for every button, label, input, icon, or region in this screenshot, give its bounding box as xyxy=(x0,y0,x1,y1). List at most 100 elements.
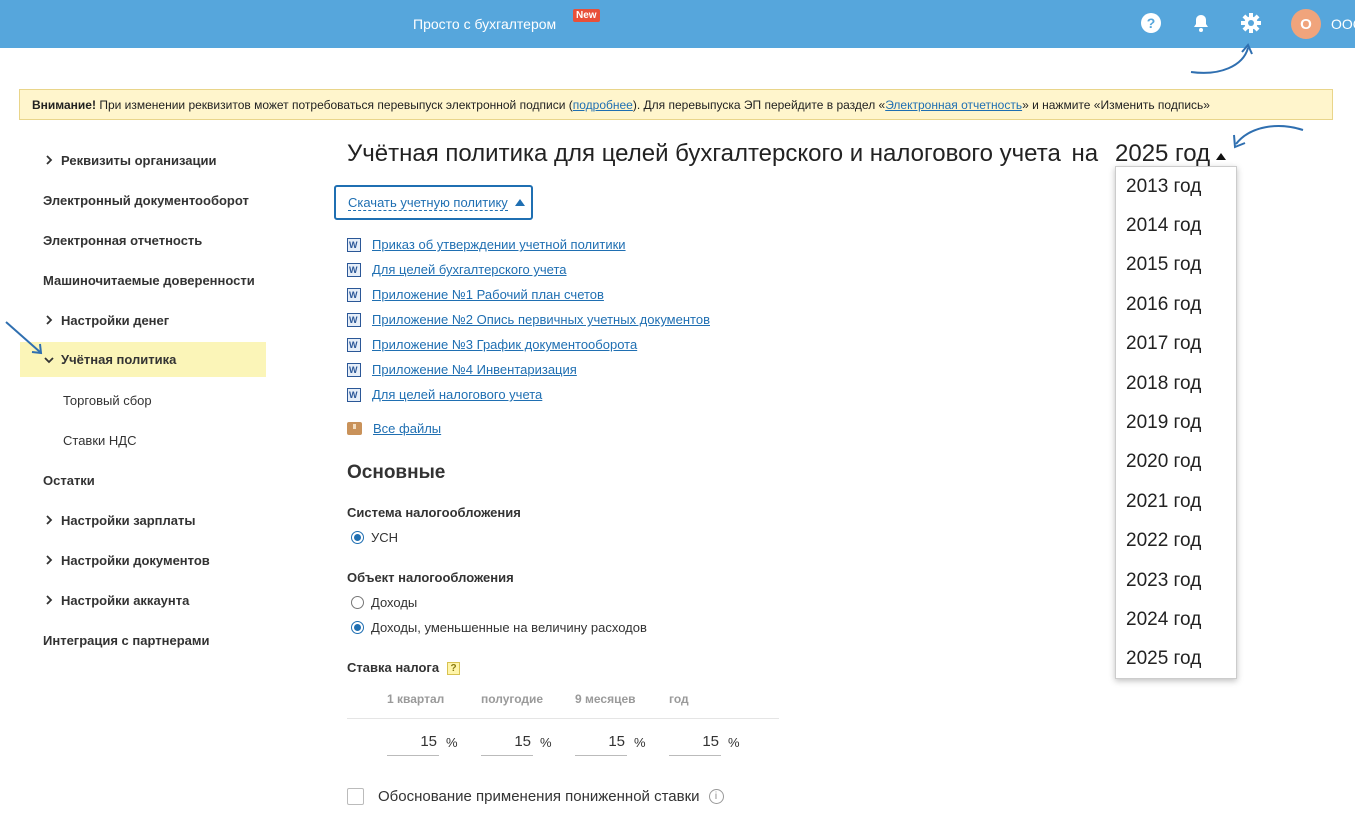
details-link[interactable]: подробнее xyxy=(573,98,633,112)
sidebar-item-salary-settings[interactable]: Настройки зарплаты xyxy=(20,500,266,540)
sidebar-item-money-settings[interactable]: Настройки денег xyxy=(20,300,266,340)
year-option[interactable]: 2016 год xyxy=(1116,285,1236,324)
reduced-rate-checkbox[interactable] xyxy=(347,788,364,805)
year-option[interactable]: 2015 год xyxy=(1116,246,1236,285)
document-link[interactable]: Приказ об утверждении учетной политики xyxy=(372,237,626,252)
year-option[interactable]: 2025 год xyxy=(1116,640,1236,679)
brand-title[interactable]: Просто с бухгалтером xyxy=(413,16,556,32)
sidebar-item-edo[interactable]: Электронный документооборот xyxy=(20,180,266,220)
all-files-link[interactable]: Все файлы xyxy=(373,421,441,436)
year-select[interactable]: 2025 год xyxy=(1115,140,1227,168)
percent-sign: % xyxy=(634,735,646,750)
sidebar-item-trade-fee[interactable]: Торговый сбор xyxy=(20,380,266,420)
document-link[interactable]: Приложение №1 Рабочий план счетов xyxy=(372,287,604,302)
percent-sign: % xyxy=(728,735,740,750)
rate-input-q1[interactable] xyxy=(387,728,439,756)
sidebar-item-requisites[interactable]: Реквизиты организации xyxy=(20,140,266,180)
year-option[interactable]: 2024 год xyxy=(1116,600,1236,639)
sidebar-item-vat-rates[interactable]: Ставки НДС xyxy=(20,420,266,460)
rate-input-half-year[interactable] xyxy=(481,728,533,756)
document-item: Для целей бухгалтерского учета xyxy=(347,257,710,282)
annotation-arrow-year xyxy=(1233,125,1304,149)
warning-banner: Внимание! При изменении реквизитов может… xyxy=(19,89,1333,120)
document-item: Приказ об утверждении учетной политики xyxy=(347,232,710,257)
rate-input-9-months[interactable] xyxy=(575,728,627,756)
year-prefix: на xyxy=(1071,140,1099,167)
year-option[interactable]: 2019 год xyxy=(1116,403,1236,442)
percent-sign: % xyxy=(446,735,458,750)
year-option[interactable]: 2014 год xyxy=(1116,206,1236,245)
sidebar-item-label: Интеграция с партнерами xyxy=(43,632,210,648)
tax-system-label: Система налогообложения xyxy=(347,505,521,520)
sidebar-item-label: Учётная политика xyxy=(61,352,177,367)
top-bar: Просто с бухгалтером New ? О ООО xyxy=(0,0,1355,48)
sidebar-item-label: Торговый сбор xyxy=(63,392,152,408)
word-doc-icon xyxy=(347,262,361,277)
page-title: Учётная политика для целей бухгалтерског… xyxy=(347,140,1098,168)
year-option[interactable]: 2018 год xyxy=(1116,364,1236,403)
e-reporting-link[interactable]: Электронная отчетность xyxy=(885,98,1022,112)
sidebar-item-balances[interactable]: Остатки xyxy=(20,460,266,500)
help-icon[interactable]: ? xyxy=(447,662,461,676)
tax-object-radio-income[interactable]: Доходы xyxy=(351,595,417,610)
chevron-right-icon xyxy=(46,515,53,525)
document-link[interactable]: Для целей бухгалтерского учета xyxy=(372,262,567,277)
percent-sign: % xyxy=(540,735,552,750)
help-icon[interactable]: ? xyxy=(1140,12,1162,34)
year-option[interactable]: 2020 год xyxy=(1116,443,1236,482)
all-files-item: Все файлы xyxy=(347,421,441,436)
radio-label: Доходы, уменьшенные на величину расходов xyxy=(371,620,647,635)
annotation-arrow-settings xyxy=(1190,43,1253,74)
tax-object-radio-income-minus-expenses[interactable]: Доходы, уменьшенные на величину расходов xyxy=(351,620,647,635)
year-option[interactable]: 2022 год xyxy=(1116,522,1236,561)
year-option[interactable]: 2017 год xyxy=(1116,325,1236,364)
radio-selected[interactable] xyxy=(351,621,364,634)
sidebar-item-document-settings[interactable]: Настройки документов xyxy=(20,540,266,580)
sidebar-item-label: Остатки xyxy=(43,472,95,488)
warning-text-2: ). Для перевыпуска ЭП перейдите в раздел… xyxy=(632,98,886,112)
tax-system-radio-usn[interactable]: УСН xyxy=(351,530,398,545)
chevron-right-icon xyxy=(46,595,53,605)
sidebar-item-label: Настройки аккаунта xyxy=(61,592,190,608)
reduced-rate-label: Обоснование применения пониженной ставки xyxy=(378,788,700,805)
document-item: Приложение №2 Опись первичных учетных до… xyxy=(347,307,710,332)
year-dropdown: 2013 год 2014 год 2015 год 2016 год 2017… xyxy=(1115,166,1237,679)
document-link[interactable]: Для целей налогового учета xyxy=(372,387,542,402)
sidebar-item-account-settings[interactable]: Настройки аккаунта xyxy=(20,580,266,620)
rate-input-year[interactable] xyxy=(669,728,721,756)
radio-unselected[interactable] xyxy=(351,596,364,609)
sidebar-item-label: Настройки денег xyxy=(61,312,170,328)
document-link[interactable]: Приложение №4 Инвентаризация xyxy=(372,362,577,377)
sidebar-item-accounting-policy[interactable]: Учётная политика xyxy=(20,342,266,377)
sidebar-item-label: Ставки НДС xyxy=(63,432,137,448)
word-doc-icon xyxy=(347,362,361,377)
sidebar-item-label: Электронный документооборот xyxy=(43,192,249,208)
sidebar-item-poa[interactable]: Машиночитаемые доверенности xyxy=(20,260,266,300)
documents-list: Приказ об утверждении учетной политики Д… xyxy=(347,232,710,407)
year-option[interactable]: 2013 год xyxy=(1116,167,1236,206)
section-title: Основные xyxy=(347,462,446,483)
sidebar-item-e-reporting[interactable]: Электронная отчетность xyxy=(20,220,266,260)
info-icon[interactable]: i xyxy=(708,789,724,804)
document-link[interactable]: Приложение №2 Опись первичных учетных до… xyxy=(372,312,710,327)
document-link[interactable]: Приложение №3 График документооборота xyxy=(372,337,637,352)
year-option[interactable]: 2023 год xyxy=(1116,561,1236,600)
word-doc-icon xyxy=(347,287,361,302)
download-policy-label: Скачать учетную политику xyxy=(348,194,508,211)
year-select-value: 2025 год xyxy=(1115,140,1211,167)
gear-icon[interactable] xyxy=(1240,12,1262,34)
year-option[interactable]: 2021 год xyxy=(1116,482,1236,521)
document-item: Приложение №4 Инвентаризация xyxy=(347,357,710,382)
bell-icon[interactable] xyxy=(1190,12,1212,34)
word-doc-icon xyxy=(347,387,361,402)
sidebar-item-partner-integration[interactable]: Интеграция с партнерами xyxy=(20,620,266,660)
radio-selected[interactable] xyxy=(351,531,364,544)
tax-rate-label-text: Ставка налога xyxy=(347,660,440,675)
avatar[interactable]: О xyxy=(1291,9,1321,39)
new-badge: New xyxy=(573,9,600,22)
warning-text-1: При изменении реквизитов может потребова… xyxy=(95,98,573,112)
word-doc-icon xyxy=(347,312,361,327)
rate-period-9-months: 9 месяцев xyxy=(575,692,636,706)
download-policy-button[interactable]: Скачать учетную политику xyxy=(334,185,533,220)
org-name[interactable]: ООО xyxy=(1331,16,1355,32)
